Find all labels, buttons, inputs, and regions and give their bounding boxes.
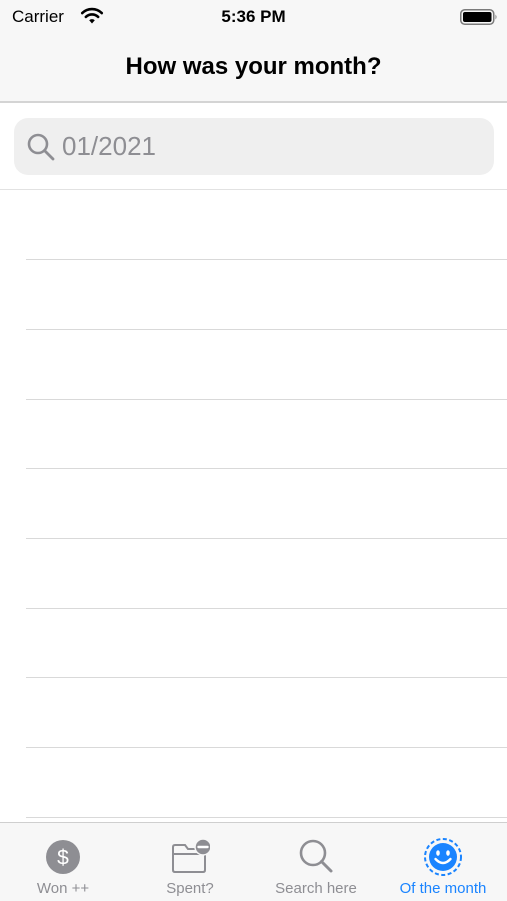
search-bar-container — [0, 103, 507, 190]
magnifier-icon — [27, 133, 55, 161]
table-row-separator — [26, 817, 507, 818]
tab-search[interactable]: Search here — [253, 823, 379, 901]
tab-spent-label: Spent? — [166, 880, 214, 897]
battery-icon — [460, 9, 497, 25]
tab-won-label: Won ++ — [36, 880, 90, 897]
tab-search-label: Search here — [275, 880, 357, 897]
page-title: How was your month? — [125, 53, 382, 80]
dollar-circle-icon: $ — [46, 840, 80, 874]
table-row-separator — [26, 747, 507, 748]
table-row-separator — [26, 399, 507, 400]
table-row-separator — [26, 329, 507, 330]
table-row-separator — [26, 538, 507, 539]
search-field[interactable] — [14, 118, 494, 175]
navigation-bar: How was your month? — [0, 36, 507, 103]
status-bar: Carrier 5:36 PM — [0, 0, 507, 36]
search-input[interactable] — [62, 126, 482, 166]
search-icon — [299, 839, 333, 873]
table-row-separator — [26, 608, 507, 609]
month-list[interactable] — [0, 190, 507, 822]
table-row-separator — [26, 468, 507, 469]
tab-won[interactable]: $ Won ++ — [0, 823, 126, 901]
table-row-separator — [26, 677, 507, 678]
status-time: 5:36 PM — [221, 7, 286, 26]
tab-of-the-month-label: Of the month — [399, 880, 487, 897]
tab-of-the-month[interactable]: Of the month — [380, 823, 506, 901]
tab-bar: $ Won ++ Spent? Search here Of the month — [0, 822, 507, 901]
folder-minus-icon — [172, 838, 210, 873]
tab-spent[interactable]: Spent? — [127, 823, 253, 901]
table-row-separator — [26, 259, 507, 260]
smiley-icon — [424, 838, 462, 876]
svg-text:$: $ — [57, 847, 69, 870]
